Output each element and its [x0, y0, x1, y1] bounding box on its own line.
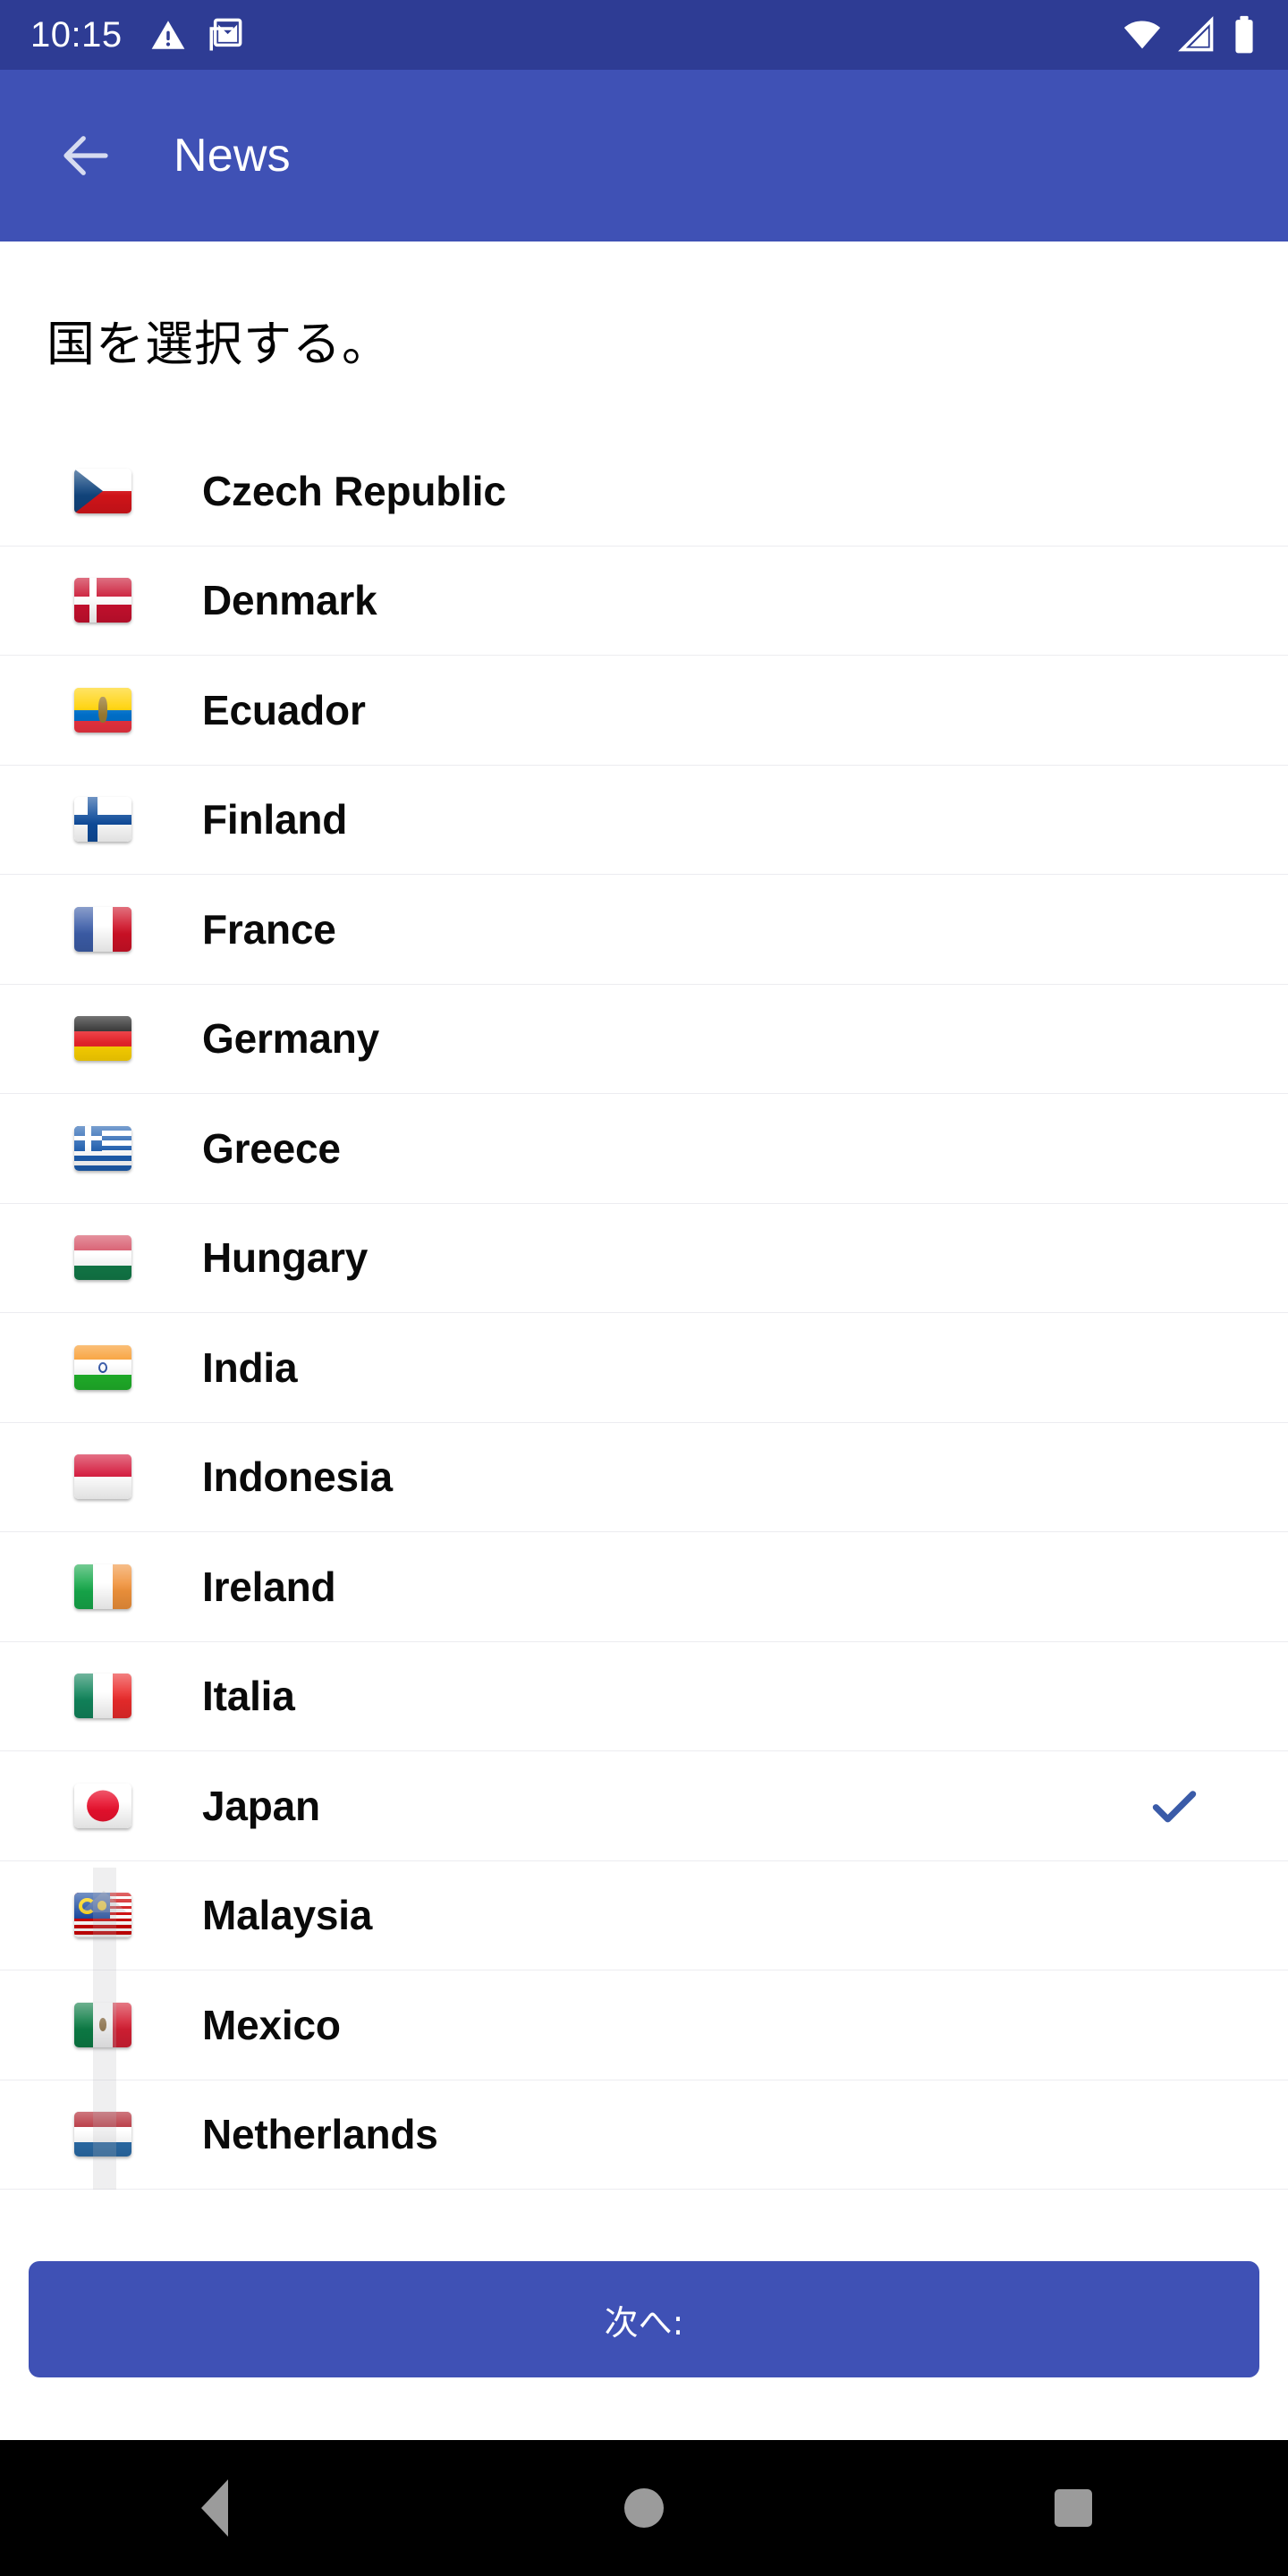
status-bar: 10:15	[0, 0, 1288, 70]
country-list-item-hungary[interactable]: Hungary	[0, 1203, 1288, 1313]
flag-wrap	[50, 578, 156, 623]
flag-hu-icon	[74, 1235, 131, 1281]
country-list-item-netherlands[interactable]: Netherlands	[0, 2080, 1288, 2190]
country-list-item-italia[interactable]: Italia	[0, 1641, 1288, 1751]
next-button[interactable]: 次へ:	[29, 2261, 1259, 2377]
country-list-item-czech-republic[interactable]: Czech Republic	[0, 436, 1288, 547]
flag-wrap	[50, 687, 156, 733]
wifi-icon	[1123, 21, 1161, 49]
country-name: Japan	[202, 1782, 320, 1829]
flag-dk-icon	[74, 578, 131, 623]
flag-cz-icon	[74, 468, 131, 513]
country-name: Italia	[202, 1673, 295, 1720]
flag-wrap	[50, 797, 156, 843]
nav-back-button[interactable]	[139, 2440, 291, 2576]
flag-fi-icon	[74, 797, 131, 843]
country-name: Finland	[202, 796, 348, 843]
arrow-left-icon	[64, 136, 108, 175]
check-icon	[1152, 1790, 1197, 1823]
flag-gr-icon	[74, 1125, 131, 1171]
flag-jp-icon	[74, 1783, 131, 1828]
country-list-item-finland[interactable]: Finland	[0, 765, 1288, 875]
warning-triangle-icon	[151, 21, 184, 49]
flag-ec-icon	[74, 687, 131, 733]
phone-screen: 10:15 News 国を選択する。 Czech Republic Denmar…	[0, 0, 1288, 2576]
flag-wrap	[50, 1125, 156, 1171]
country-list-item-mexico[interactable]: Mexico	[0, 1970, 1288, 2080]
country-name: Hungary	[202, 1234, 369, 1282]
flag-id-icon	[74, 1454, 131, 1500]
status-bar-clock: 10:15	[30, 15, 123, 55]
flag-wrap	[50, 1893, 156, 1938]
country-name: Germany	[202, 1015, 380, 1063]
country-list-item-ecuador[interactable]: Ecuador	[0, 656, 1288, 766]
country-name: Indonesia	[202, 1453, 393, 1501]
cell-signal-icon	[1178, 16, 1214, 52]
flag-wrap	[50, 1344, 156, 1390]
section-heading-text: 国を選択する。	[47, 315, 391, 372]
country-name: Ecuador	[202, 686, 366, 733]
country-list-item-greece[interactable]: Greece	[0, 1094, 1288, 1204]
flag-wrap	[50, 906, 156, 952]
country-list-item-malaysia[interactable]: Malaysia	[0, 1860, 1288, 1970]
country-list-item-japan[interactable]: Japan	[0, 1751, 1288, 1861]
country-name: Malaysia	[202, 1892, 373, 1939]
country-list-item-denmark[interactable]: Denmark	[0, 546, 1288, 656]
country-list-item-france[interactable]: France	[0, 875, 1288, 985]
flag-it-icon	[74, 1674, 131, 1719]
section-heading: 国を選択する。	[0, 242, 1288, 436]
country-name: Ireland	[202, 1563, 336, 1610]
flag-wrap	[50, 1563, 156, 1609]
status-bar-system-icons	[1122, 14, 1258, 55]
flag-wrap	[50, 1783, 156, 1828]
country-list-item-indonesia[interactable]: Indonesia	[0, 1422, 1288, 1532]
nav-home-icon	[624, 2488, 664, 2528]
country-list-item-germany[interactable]: Germany	[0, 984, 1288, 1094]
country-name: Denmark	[202, 577, 377, 624]
flag-wrap	[50, 2112, 156, 2157]
flag-wrap	[50, 1235, 156, 1281]
flag-wrap	[50, 1016, 156, 1062]
country-name: Greece	[202, 1124, 341, 1172]
country-name: France	[202, 905, 336, 953]
flag-mx-icon	[74, 2002, 131, 2047]
country-name: India	[202, 1343, 298, 1391]
flag-in-icon	[74, 1344, 131, 1390]
nav-back-icon	[201, 2479, 228, 2537]
flag-wrap	[50, 2002, 156, 2047]
flag-wrap	[50, 1674, 156, 1719]
nav-home-button[interactable]	[568, 2440, 720, 2576]
status-bar-notification-icons	[149, 16, 244, 54]
flag-wrap	[50, 1454, 156, 1500]
flag-ie-icon	[74, 1563, 131, 1609]
flag-nl-icon	[74, 2112, 131, 2157]
system-navigation-bar	[0, 2440, 1288, 2576]
flag-de-icon	[74, 1016, 131, 1062]
back-button[interactable]	[43, 113, 129, 199]
flag-fr-icon	[74, 906, 131, 952]
app-bar: News	[0, 70, 1288, 242]
gmail-icon	[209, 18, 242, 51]
country-name: Mexico	[202, 2001, 341, 2048]
flag-my-icon	[74, 1893, 131, 1938]
country-list-item-ireland[interactable]: Ireland	[0, 1532, 1288, 1642]
country-list-item-india[interactable]: India	[0, 1313, 1288, 1423]
country-name: Netherlands	[202, 2111, 438, 2158]
country-list[interactable]: Czech Republic Denmark Ecuador Finland F…	[0, 436, 1288, 2190]
nav-recents-icon	[1055, 2489, 1092, 2527]
battery-icon	[1235, 15, 1253, 54]
flag-wrap	[50, 468, 156, 513]
country-name: Czech Republic	[202, 467, 506, 514]
page-title: News	[174, 130, 291, 182]
nav-recents-button[interactable]	[997, 2440, 1149, 2576]
selected-check	[1143, 1775, 1206, 1837]
